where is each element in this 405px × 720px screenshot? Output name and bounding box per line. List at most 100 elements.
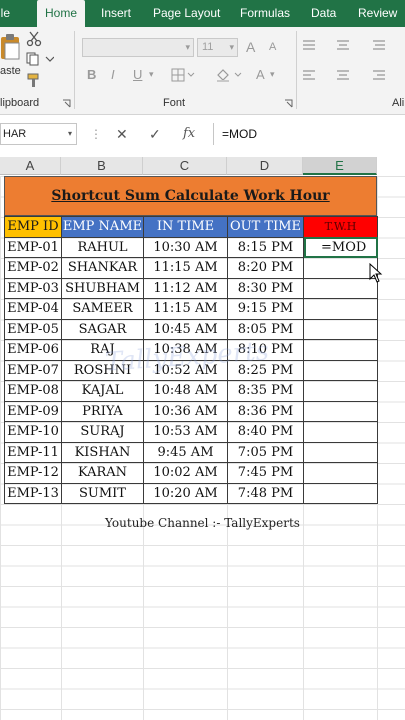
column-header-b[interactable]: B [61,157,143,175]
cell-emp-id[interactable]: EMP-02 [4,257,62,279]
tab-formulas[interactable]: Formulas [240,0,290,27]
cell-emp-name[interactable]: SURAJ [61,421,144,443]
cell-in-time[interactable]: 10:52 AM [143,359,228,381]
bold-button[interactable]: B [87,67,96,82]
cell-twh[interactable] [303,441,378,463]
cell-out-time[interactable]: 8:35 PM [227,380,304,402]
tab-insert[interactable]: Insert [101,0,131,27]
cell-out-time[interactable]: 8:10 PM [227,339,304,361]
cell-emp-id[interactable]: EMP-04 [4,298,62,320]
copy-icon[interactable] [26,52,54,66]
paste-icon[interactable] [0,33,22,63]
cell-emp-name[interactable]: KAJAL [61,380,144,402]
cell-out-time[interactable]: 8:40 PM [227,421,304,443]
cell-emp-id[interactable]: EMP-06 [4,339,62,361]
font-size-box[interactable]: 11 ▾ [197,38,238,57]
cell-in-time[interactable]: 11:15 AM [143,298,228,320]
column-header-d[interactable]: D [227,157,303,175]
cell-emp-name[interactable]: PRIYA [61,400,144,422]
fill-color-icon[interactable] [215,67,243,83]
borders-icon[interactable] [171,68,195,82]
header-emp-name[interactable]: EMP NAME [61,216,144,238]
shrink-font-button[interactable]: A [269,41,276,53]
name-box[interactable]: HAR ▾ [0,123,77,145]
cell-in-time[interactable]: 10:30 AM [143,236,228,258]
format-painter-icon[interactable] [26,72,42,88]
cell-in-time[interactable]: 10:45 AM [143,318,228,340]
tab-review[interactable]: Review [358,0,397,27]
cell-emp-name[interactable]: ROSHNI [61,359,144,381]
more-options-icon[interactable]: ⋮ [90,124,102,144]
grow-font-button[interactable]: A [246,39,255,55]
cell-out-time[interactable]: 8:05 PM [227,318,304,340]
cell-twh[interactable] [303,482,378,504]
cell-emp-name[interactable]: KARAN [61,462,144,484]
alignment-icons[interactable] [301,37,405,87]
cell-emp-name[interactable]: RAJ [61,339,144,361]
italic-button[interactable]: I [111,67,115,82]
cell-emp-id[interactable]: EMP-10 [4,421,62,443]
cell-emp-id[interactable]: EMP-05 [4,318,62,340]
tab-data[interactable]: Data [311,0,336,27]
cell-twh[interactable] [303,318,378,340]
cell-in-time[interactable]: 9:45 AM [143,441,228,463]
column-header-c[interactable]: C [143,157,227,175]
cell-emp-name[interactable]: SHANKAR [61,257,144,279]
header-out-time[interactable]: OUT TIME [227,216,304,238]
header-emp-id[interactable]: EMP ID [4,216,62,238]
cell-emp-id[interactable]: EMP-08 [4,380,62,402]
cell-twh[interactable] [303,257,378,279]
cell-twh[interactable] [303,421,378,443]
cut-icon[interactable] [26,31,42,47]
cell-in-time[interactable]: 11:12 AM [143,277,228,299]
cell-out-time[interactable]: 8:36 PM [227,400,304,422]
cell-emp-id[interactable]: EMP-09 [4,400,62,422]
cell-out-time[interactable]: 8:15 PM [227,236,304,258]
cell-twh[interactable] [303,359,378,381]
insert-function-icon[interactable]: fx [183,124,195,144]
cell-out-time[interactable]: 8:30 PM [227,277,304,299]
tab-page-layout[interactable]: Page Layout [153,0,220,27]
cell-in-time[interactable]: 10:38 AM [143,339,228,361]
cell-in-time[interactable]: 10:48 AM [143,380,228,402]
cell-emp-id[interactable]: EMP-13 [4,482,62,504]
cell-out-time[interactable]: 8:20 PM [227,257,304,279]
paste-button-label[interactable]: aste [0,65,21,77]
cell-in-time[interactable]: 11:15 AM [143,257,228,279]
cell-emp-id[interactable]: EMP-12 [4,462,62,484]
cell-emp-id[interactable]: EMP-07 [4,359,62,381]
column-header-e[interactable]: E [303,157,377,175]
cell-out-time[interactable]: 7:48 PM [227,482,304,504]
chevron-down-icon[interactable]: ▾ [149,69,154,80]
underline-button[interactable]: U [133,67,142,82]
cell-emp-name[interactable]: SAMEER [61,298,144,320]
chevron-down-icon[interactable]: ▾ [270,69,275,80]
clipboard-launcher-icon[interactable] [62,99,71,108]
cell-twh[interactable] [303,298,378,320]
cell-twh[interactable] [303,400,378,422]
sheet-title-cell[interactable]: Shortcut Sum Calculate Work Hour [4,176,377,216]
header-in-time[interactable]: IN TIME [143,216,228,238]
cell-in-time[interactable]: 10:36 AM [143,400,228,422]
active-cell[interactable]: =MOD [303,236,378,258]
cell-emp-name[interactable]: SHUBHAM [61,277,144,299]
cell-twh[interactable] [303,277,378,299]
cell-out-time[interactable]: 8:25 PM [227,359,304,381]
cell-twh[interactable] [303,380,378,402]
tab-home[interactable]: Home [37,0,86,27]
cell-in-time[interactable]: 10:20 AM [143,482,228,504]
cell-emp-name[interactable]: RAHUL [61,236,144,258]
cell-out-time[interactable]: 7:45 PM [227,462,304,484]
cell-emp-id[interactable]: EMP-01 [4,236,62,258]
cell-emp-name[interactable]: SUMIT [61,482,144,504]
tab-file[interactable]: ile [0,0,10,27]
font-name-box[interactable]: ▾ [82,38,194,57]
cell-twh[interactable] [303,339,378,361]
cell-emp-name[interactable]: KISHAN [61,441,144,463]
enter-icon[interactable]: ✓ [149,124,161,144]
column-header-a[interactable]: A [0,157,61,175]
font-color-button[interactable]: A [256,67,265,82]
cell-emp-id[interactable]: EMP-11 [4,441,62,463]
cell-out-time[interactable]: 9:15 PM [227,298,304,320]
font-launcher-icon[interactable] [284,99,293,108]
